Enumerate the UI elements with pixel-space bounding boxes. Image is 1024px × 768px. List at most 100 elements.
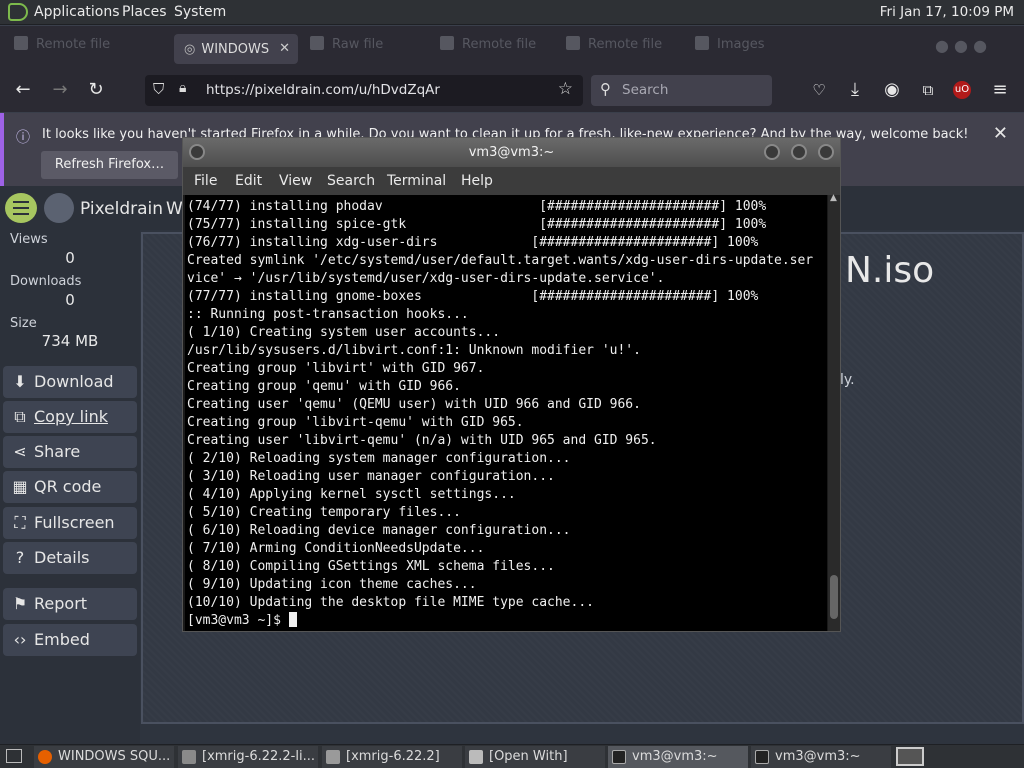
downloads-value: 0 xyxy=(65,291,75,309)
minimize-icon[interactable] xyxy=(764,144,780,160)
reload-icon[interactable]: ↻ xyxy=(85,79,107,101)
shield-icon[interactable]: ⛉ xyxy=(153,80,164,98)
qr-code-button[interactable]: ▦ QR code xyxy=(3,471,137,503)
info-icon: ⓘ xyxy=(16,130,30,146)
size-value: 734 MB xyxy=(41,332,99,350)
taskbar-item-open-with[interactable]: [Open With] xyxy=(465,746,605,768)
menu-help[interactable]: Help xyxy=(461,173,493,189)
taskbar-item-archive[interactable]: [xmrig-6.22.2-li... xyxy=(178,746,318,768)
terminal-line: (77/77) installing gnome-boxes [########… xyxy=(187,289,759,304)
share-button[interactable]: ⋖ Share xyxy=(3,436,137,468)
firefox-icon xyxy=(38,750,52,764)
taskbar: WINDOWS SQU... [xmrig-6.22.2-li... [xmri… xyxy=(0,744,1024,768)
terminal-line: ( 2/10) Reloading system manager configu… xyxy=(187,451,571,466)
terminal-line: Creating group 'libvirt-qemu' with GID 9… xyxy=(187,415,524,430)
terminal-line: ( 4/10) Applying kernel sysctl settings.… xyxy=(187,487,516,502)
sidebar: Views 0 Downloads 0 Size 734 MB ⬇ Downloa… xyxy=(0,230,140,745)
show-desktop-icon[interactable] xyxy=(6,749,22,763)
taskbar-item-folder[interactable]: [xmrig-6.22.2] xyxy=(322,746,462,768)
taskbar-item-terminal[interactable]: vm3@vm3:~ xyxy=(751,746,891,768)
pocket-icon[interactable]: ♡ xyxy=(808,79,830,101)
close-icon[interactable] xyxy=(818,144,834,160)
hamburger-menu-icon[interactable] xyxy=(5,193,37,223)
places-menu[interactable]: Places xyxy=(122,4,167,20)
download-button[interactable]: ⬇ Download xyxy=(3,366,137,398)
menu-search[interactable]: Search xyxy=(327,173,375,189)
page-icon xyxy=(695,36,709,50)
report-button[interactable]: ⚑ Report xyxy=(3,588,137,620)
pixeldrain-logo-icon[interactable] xyxy=(44,193,74,223)
embed-button[interactable]: ‹› Embed xyxy=(3,624,137,656)
file-title: N.iso xyxy=(845,250,935,291)
menu-terminal[interactable]: Terminal xyxy=(387,173,446,189)
window-menu-icon[interactable] xyxy=(189,144,205,160)
window-controls[interactable]: ● ● ● xyxy=(935,36,1015,60)
site-name[interactable]: Pixeldrain xyxy=(80,199,163,219)
terminal-line: Created symlink '/etc/systemd/user/defau… xyxy=(187,253,814,268)
tab-item[interactable]: Remote file xyxy=(440,36,550,60)
terminal-output[interactable]: (74/77) installing phodav [#############… xyxy=(185,195,827,631)
terminal-line: ( 3/10) Reloading user manager configura… xyxy=(187,469,555,484)
applications-menu[interactable]: Applications xyxy=(34,4,120,20)
bookmark-star-icon[interactable]: ☆ xyxy=(558,79,573,99)
lock-icon[interactable]: 🔒︎ xyxy=(179,80,186,96)
distro-logo-icon[interactable] xyxy=(8,3,28,21)
url-bar[interactable]: ⛉ 🔒︎ https://pixeldrain.com/u/hDvdZqAr ☆ xyxy=(145,75,583,106)
terminal-icon xyxy=(612,750,626,764)
tab-item[interactable]: Raw file xyxy=(310,36,420,60)
downloads-icon[interactable]: ⤓ xyxy=(844,79,866,101)
menu-file[interactable]: File xyxy=(194,173,217,189)
copy-icon: ⧉ xyxy=(14,407,26,426)
scrollbar-thumb[interactable] xyxy=(830,575,838,619)
fullscreen-button[interactable]: ⛶ Fullscreen xyxy=(3,507,137,539)
terminal-scrollbar[interactable]: ▲ xyxy=(828,193,840,631)
tab-active[interactable]: ◎ WINDOWS ✕ xyxy=(174,34,298,64)
system-menu[interactable]: System xyxy=(174,4,226,20)
menu-view[interactable]: View xyxy=(279,173,312,189)
terminal-line: ( 1/10) Creating system user accounts... xyxy=(187,325,501,340)
flag-icon: ⚑ xyxy=(12,594,28,613)
terminal-line: (10/10) Updating the desktop file MIME t… xyxy=(187,595,594,610)
terminal-window[interactable]: vm3@vm3:~ File Edit View Search Terminal… xyxy=(182,137,841,632)
tab-item[interactable]: Images xyxy=(695,36,785,60)
tab-item[interactable]: Remote file xyxy=(566,36,676,60)
back-icon[interactable]: ← xyxy=(12,79,34,101)
terminal-line: (76/77) installing xdg-user-dirs [######… xyxy=(187,235,759,250)
scroll-up-icon[interactable]: ▲ xyxy=(830,193,837,203)
taskbar-item-firefox[interactable]: WINDOWS SQU... xyxy=(34,746,174,768)
menu-icon[interactable]: ≡ xyxy=(989,79,1011,101)
extensions-icon[interactable]: ⧉ xyxy=(917,79,939,101)
terminal-titlebar[interactable]: vm3@vm3:~ xyxy=(183,138,840,167)
page-icon xyxy=(310,36,324,50)
file-title-prefix: W xyxy=(166,199,183,219)
terminal-prompt-line[interactable]: [vm3@vm3 ~]$ xyxy=(187,612,827,630)
tab-close-icon[interactable]: ✕ xyxy=(279,41,290,56)
details-button[interactable]: ? Details xyxy=(3,542,137,574)
dialog-icon xyxy=(469,750,483,764)
close-icon[interactable]: ✕ xyxy=(993,123,1008,144)
qr-icon: ▦ xyxy=(12,477,28,496)
clock[interactable]: Fri Jan 17, 10:09 PM xyxy=(880,4,1014,20)
maximize-icon[interactable] xyxy=(791,144,807,160)
page-icon xyxy=(566,36,580,50)
account-icon[interactable]: ◉ xyxy=(881,79,903,101)
menu-edit[interactable]: Edit xyxy=(235,173,262,189)
terminal-line: ( 6/10) Reloading device manager configu… xyxy=(187,523,571,538)
downloads-label: Downloads xyxy=(10,274,82,289)
terminal-line: Creating user 'qemu' (QEMU user) with UI… xyxy=(187,397,641,412)
terminal-line: ( 8/10) Compiling GSettings XML schema f… xyxy=(187,559,555,574)
url-text[interactable]: https://pixeldrain.com/u/hDvdZqAr xyxy=(206,82,440,98)
archive-icon xyxy=(182,750,196,764)
search-input[interactable]: ⚲ Search xyxy=(591,75,772,106)
tab-item[interactable]: Remote file xyxy=(14,36,154,60)
workspace-switcher[interactable] xyxy=(896,747,924,766)
forward-icon[interactable]: → xyxy=(49,79,71,101)
refresh-firefox-button[interactable]: Refresh Firefox… xyxy=(41,151,178,179)
terminal-line: (74/77) installing phodav [#############… xyxy=(187,199,767,214)
taskbar-item-terminal-active[interactable]: vm3@vm3:~ xyxy=(608,746,748,768)
terminal-line: (75/77) installing spice-gtk [##########… xyxy=(187,217,767,232)
copy-link-button[interactable]: ⧉ Copy link xyxy=(3,401,137,433)
ublock-icon[interactable]: uO xyxy=(953,81,971,99)
search-icon: ⚲ xyxy=(600,80,611,98)
terminal-line: Creating group 'qemu' with GID 966. xyxy=(187,379,461,394)
